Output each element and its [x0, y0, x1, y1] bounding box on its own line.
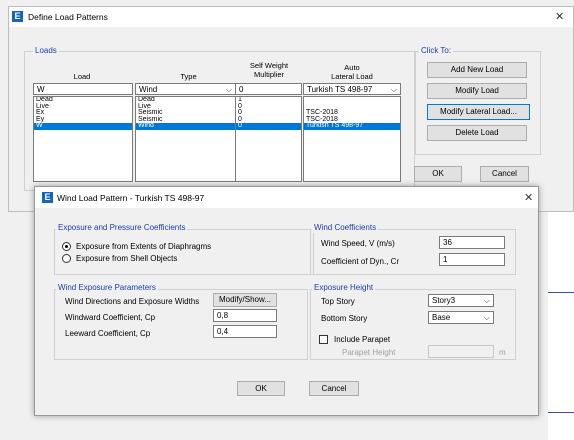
define-cancel-button[interactable]: Cancel: [480, 166, 529, 182]
parapet-height-label: Parapet Height: [342, 348, 396, 357]
dynamic-coefficient-label: Coefficient of Dyn., Cr: [321, 257, 400, 266]
wind-load-pattern-dialog: E Wind Load Pattern - Turkish TS 498-97 …: [34, 186, 539, 416]
modify-show-button[interactable]: Modify/Show...: [213, 293, 277, 307]
exposure-shell-label: Exposure from Shell Objects: [76, 254, 178, 263]
wind-directions-label: Wind Directions and Exposure Widths: [65, 297, 200, 306]
wind-cancel-button[interactable]: Cancel: [309, 381, 359, 396]
list-item[interactable]: Ey: [34, 116, 132, 124]
modify-lateral-load-button[interactable]: Modify Lateral Load...: [427, 104, 530, 120]
include-parapet-label: Include Parapet: [334, 335, 391, 344]
leeward-coefficient-input[interactable]: 0,4: [213, 325, 277, 338]
wind-titlebar: E Wind Load Pattern - Turkish TS 498-97 …: [35, 187, 538, 208]
define-titlebar: E Define Load Patterns ✕: [9, 7, 573, 27]
define-ok-button[interactable]: OK: [414, 166, 462, 182]
list-item[interactable]: Live: [34, 103, 132, 111]
load-type-select[interactable]: Wind ⌵: [135, 83, 236, 95]
auto-lateral-list[interactable]: TSC-2018 TSC-2018 Turkish TS 498-97: [303, 96, 401, 182]
column-header-self-weight: Self Weight Multiplier: [249, 61, 289, 79]
list-item[interactable]: 1: [236, 97, 301, 104]
column-header-load: Load: [73, 72, 91, 81]
delete-load-button[interactable]: Delete Load: [427, 125, 527, 141]
parapet-height-input[interactable]: [428, 345, 494, 358]
wind-coefficients-label: Wind Coefficients: [312, 223, 379, 233]
bottom-story-label: Bottom Story: [321, 314, 368, 323]
column-header-auto-lateral: Auto Lateral Load: [331, 63, 373, 81]
list-item[interactable]: 0: [236, 116, 301, 124]
exposure-diaphragms-label: Exposure from Extents of Diaphragms: [76, 242, 212, 251]
exposure-pressure-label: Exposure and Pressure Coefficients: [56, 223, 188, 233]
type-list[interactable]: Dead Live Seismic Seismic Wind: [135, 96, 236, 182]
windward-coefficient-input[interactable]: 0,8: [213, 309, 277, 322]
define-load-patterns-dialog: E Define Load Patterns ✕ Loads Load Type…: [8, 6, 574, 212]
leeward-coefficient-label: Leeward Coefficient, Cp: [65, 329, 151, 338]
bottom-story-select[interactable]: Base ⌵: [428, 311, 494, 324]
parapet-unit-label: m: [499, 348, 506, 357]
column-header-type: Type: [180, 72, 197, 81]
load-list[interactable]: Dead Live Ex Ey W: [33, 96, 133, 182]
close-icon[interactable]: ✕: [555, 12, 564, 23]
list-item[interactable]: 0: [236, 123, 301, 130]
list-item[interactable]: [304, 97, 400, 104]
exposure-shell-radio[interactable]: [62, 254, 71, 263]
modify-load-button[interactable]: Modify Load: [427, 83, 527, 99]
exposure-height-label: Exposure Height: [312, 283, 376, 293]
exposure-diaphragms-radio[interactable]: [62, 242, 71, 251]
auto-lateral-load-select[interactable]: Turkish TS 498-97 ⌵: [303, 83, 401, 95]
list-item[interactable]: 0: [236, 103, 301, 111]
wind-speed-label: Wind Speed, V (m/s): [321, 239, 395, 248]
list-item[interactable]: W: [34, 123, 132, 130]
dynamic-coefficient-input[interactable]: 1: [439, 253, 505, 266]
exposure-pressure-group: [54, 229, 314, 275]
list-item[interactable]: Wind: [136, 123, 235, 130]
app-icon: E: [42, 192, 53, 203]
chevron-down-icon: ⌵: [483, 296, 490, 305]
chevron-down-icon: ⌵: [225, 85, 232, 94]
multiplier-list[interactable]: 1 0 0 0 0: [235, 96, 302, 182]
dialog-title: Wind Load Pattern - Turkish TS 498-97: [57, 193, 205, 203]
wind-exposure-parameters-label: Wind Exposure Parameters: [56, 283, 158, 293]
close-icon[interactable]: ✕: [524, 193, 533, 204]
list-item[interactable]: Turkish TS 498-97: [304, 123, 400, 130]
include-parapet-checkbox[interactable]: [319, 335, 328, 344]
windward-coefficient-label: Windward Coefficient, Cp: [65, 313, 156, 322]
click-to-label: Click To:: [419, 46, 454, 56]
background-gridline: [548, 292, 574, 293]
background-right-panel: [548, 212, 574, 440]
app-icon: E: [12, 11, 23, 22]
chevron-down-icon: ⌵: [390, 85, 397, 94]
add-new-load-button[interactable]: Add New Load: [427, 62, 527, 78]
load-name-input[interactable]: W: [33, 83, 133, 95]
loads-group-label: Loads: [33, 46, 59, 56]
chevron-down-icon: ⌵: [483, 313, 490, 322]
wind-speed-input[interactable]: 36: [439, 236, 505, 249]
top-story-label: Top Story: [321, 297, 355, 306]
top-story-select[interactable]: Story3 ⌵: [428, 294, 494, 307]
list-item[interactable]: 0: [236, 109, 301, 117]
wind-ok-button[interactable]: OK: [237, 381, 285, 396]
background-gridline: [548, 412, 574, 413]
list-item[interactable]: Ex: [34, 109, 132, 117]
self-weight-multiplier-input[interactable]: 0: [235, 83, 302, 95]
dialog-title: Define Load Patterns: [28, 12, 108, 22]
